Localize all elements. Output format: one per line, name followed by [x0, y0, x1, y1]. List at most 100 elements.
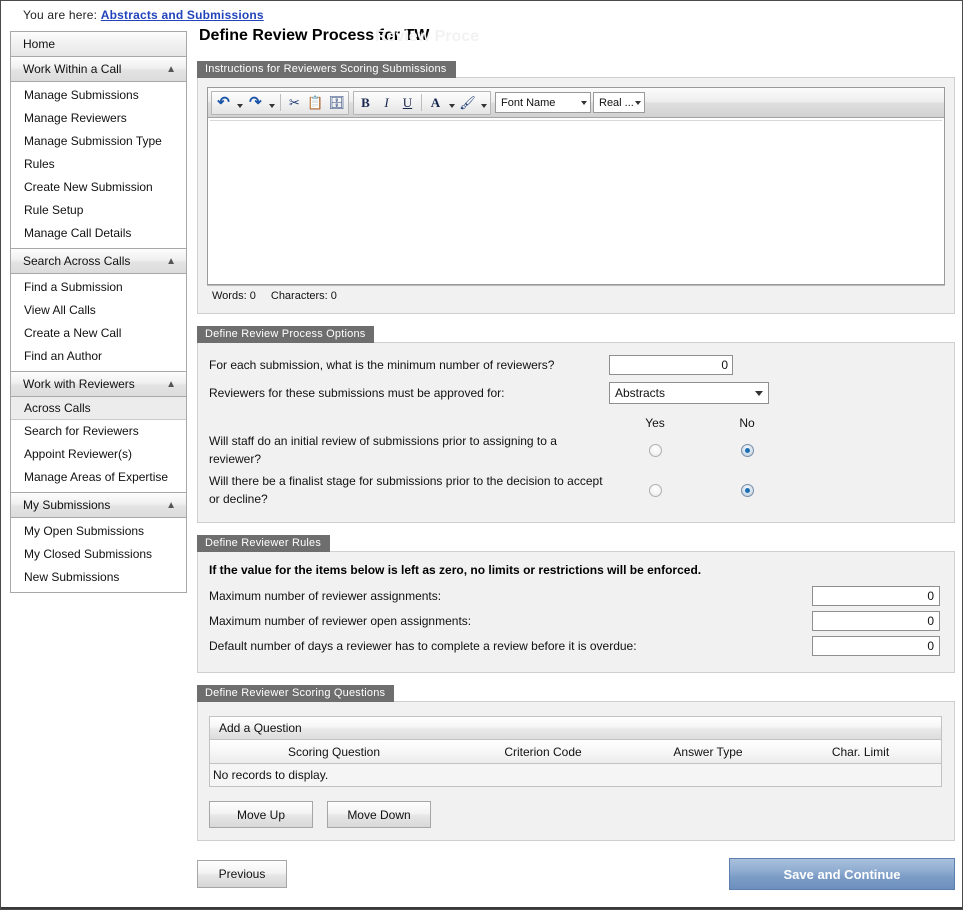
- italic-button[interactable]: I: [376, 92, 397, 113]
- paste-icon[interactable]: 🗄: [326, 92, 347, 113]
- sidebar-item-across-calls[interactable]: Across Calls: [11, 397, 186, 420]
- approved-for-select[interactable]: Abstracts: [609, 382, 769, 404]
- cut-icon[interactable]: ✂: [284, 92, 305, 113]
- font-name-select[interactable]: Font Name: [495, 92, 591, 113]
- sidebar-item-search-for-reviewers[interactable]: Search for Reviewers: [11, 420, 186, 443]
- chevron-down-icon: [581, 101, 587, 105]
- sidebar-group-label: Search Across Calls: [23, 254, 130, 268]
- sidebar-item-manage-reviewers[interactable]: Manage Reviewers: [11, 107, 186, 130]
- save-and-continue-button[interactable]: Save and Continue: [729, 858, 955, 890]
- scoring-panel-body: Add a Question Scoring Question Criterio…: [197, 701, 955, 841]
- undo-dropdown-chevron-down-icon[interactable]: [234, 92, 245, 113]
- highlighter-icon[interactable]: 🖌: [457, 92, 478, 113]
- sidebar-item-label: Manage Submission Type: [24, 134, 162, 148]
- page-bottom-rule: [1, 907, 962, 909]
- sidebar-item-find-a-submission[interactable]: Find a Submission: [11, 276, 186, 299]
- yes-no-header: Yes No: [209, 416, 940, 430]
- initial-review-radio-no[interactable]: [741, 444, 754, 457]
- sidebar-item-label: New Submissions: [24, 570, 119, 584]
- sidebar-item-my-closed-submissions[interactable]: My Closed Submissions: [11, 543, 186, 566]
- max-assignments-input[interactable]: [812, 586, 940, 606]
- finalist-stage-radio-no[interactable]: [741, 484, 754, 497]
- column-header-answer-type[interactable]: Answer Type: [628, 745, 788, 759]
- sidebar-item-rules[interactable]: Rules: [11, 153, 186, 176]
- sidebar-item-manage-areas-of-expertise[interactable]: Manage Areas of Expertise: [11, 466, 186, 489]
- sidebar-item-create-new-submission[interactable]: Create New Submission: [11, 176, 186, 199]
- sidebar-item-manage-submission-type[interactable]: Manage Submission Type: [11, 130, 186, 153]
- column-header-criterion-code[interactable]: Criterion Code: [458, 745, 628, 759]
- highlight-chevron-down-icon[interactable]: [478, 92, 489, 113]
- editor-toolbar: ↶ ↶ ✂ 📋 🗄 B I: [208, 88, 944, 118]
- underline-button[interactable]: U: [397, 92, 418, 113]
- sidebar-item-label: Find an Author: [24, 349, 102, 363]
- chevron-up-icon: ▲: [166, 372, 176, 397]
- instructions-panel-body: ↶ ↶ ✂ 📋 🗄 B I: [197, 77, 955, 314]
- sidebar-item-rule-setup[interactable]: Rule Setup: [11, 199, 186, 222]
- sidebar-item-label: Manage Call Details: [24, 226, 131, 240]
- sidebar-item-label: Appoint Reviewer(s): [24, 447, 132, 461]
- sidebar-item-find-an-author[interactable]: Find an Author: [11, 345, 186, 368]
- sidebar-group-search-across-calls[interactable]: Search Across Calls ▲: [11, 249, 186, 274]
- sidebar-item-manage-submissions[interactable]: Manage Submissions: [11, 84, 186, 107]
- instructions-panel-legend: Instructions for Reviewers Scoring Submi…: [197, 61, 456, 78]
- sidebar-group-my-submissions[interactable]: My Submissions ▲: [11, 493, 186, 518]
- font-size-value: Real ...: [599, 97, 634, 109]
- scoring-questions-grid: Add a Question Scoring Question Criterio…: [209, 716, 942, 787]
- editor-content-area[interactable]: [210, 120, 942, 282]
- reviewer-rules-panel: Define Reviewer Rules If the value for t…: [197, 535, 955, 673]
- breadcrumb-link-abstracts-and-submissions[interactable]: Abstracts and Submissions: [101, 8, 264, 22]
- previous-button[interactable]: Previous: [197, 860, 287, 888]
- sidebar-item-create-a-new-call[interactable]: Create a New Call: [11, 322, 186, 345]
- font-color-icon[interactable]: A: [425, 92, 446, 113]
- undo-icon[interactable]: ↶: [213, 92, 234, 113]
- sidebar-item-appoint-reviewers[interactable]: Appoint Reviewer(s): [11, 443, 186, 466]
- sidebar-item-manage-call-details[interactable]: Manage Call Details: [11, 222, 186, 245]
- sidebar-sublist-work-with-reviewers: Search for Reviewers Appoint Reviewer(s)…: [11, 420, 186, 493]
- redo-dropdown-chevron-down-icon[interactable]: [266, 92, 277, 113]
- editor-status-bar: Words: 0 Characters: 0: [207, 285, 945, 306]
- chevron-down-icon: [635, 101, 641, 105]
- chevron-up-icon: ▲: [166, 493, 176, 518]
- instructions-panel: Instructions for Reviewers Scoring Submi…: [197, 61, 955, 314]
- max-open-assignments-input[interactable]: [812, 611, 940, 631]
- font-color-chevron-down-icon[interactable]: [446, 92, 457, 113]
- sidebar-item-label: Search for Reviewers: [24, 424, 139, 438]
- bold-button[interactable]: B: [355, 92, 376, 113]
- page-title: Review Proce Define Review Process for T…: [199, 27, 955, 49]
- grid-header-row: Scoring Question Criterion Code Answer T…: [210, 740, 941, 764]
- initial-review-radio-yes[interactable]: [649, 444, 662, 457]
- sidebar-group-work-within-a-call[interactable]: Work Within a Call ▲: [11, 57, 186, 82]
- column-header-scoring-question[interactable]: Scoring Question: [210, 745, 458, 759]
- scoring-panel-legend: Define Reviewer Scoring Questions: [197, 685, 394, 702]
- move-down-button[interactable]: Move Down: [327, 801, 431, 828]
- word-count: Words: 0: [212, 290, 256, 302]
- finalist-stage-question-label: Will there be a finalist stage for submi…: [209, 472, 609, 508]
- sidebar-item-label: Home: [23, 37, 55, 51]
- rule-row: Default number of days a reviewer has to…: [209, 636, 940, 656]
- finalist-stage-radio-yes[interactable]: [649, 484, 662, 497]
- sidebar-group-work-with-reviewers[interactable]: Work with Reviewers ▲: [11, 372, 186, 397]
- main-content: Review Proce Define Review Process for T…: [197, 27, 955, 853]
- sidebar-item-home[interactable]: Home: [11, 32, 186, 57]
- sidebar-item-new-submissions[interactable]: New Submissions: [11, 566, 186, 589]
- sidebar-item-label: Rules: [24, 157, 55, 171]
- sidebar-group-label: Work Within a Call: [23, 62, 121, 76]
- rules-panel-body: If the value for the items below is left…: [197, 551, 955, 673]
- font-size-select[interactable]: Real ...: [593, 92, 645, 113]
- default-days-input[interactable]: [812, 636, 940, 656]
- min-reviewers-input[interactable]: [609, 355, 733, 375]
- add-a-question-button[interactable]: Add a Question: [210, 717, 941, 740]
- character-count: Characters: 0: [271, 290, 337, 302]
- column-header-char-limit[interactable]: Char. Limit: [788, 745, 933, 759]
- application-page: You are here: Abstracts and Submissions …: [0, 0, 963, 910]
- sidebar-item-my-open-submissions[interactable]: My Open Submissions: [11, 520, 186, 543]
- move-buttons: Move Up Move Down: [209, 801, 942, 828]
- copy-icon[interactable]: 📋: [305, 92, 326, 113]
- options-panel-body: For each submission, what is the minimum…: [197, 342, 955, 523]
- toolbar-group-history: ↶ ↶ ✂ 📋 🗄: [211, 91, 349, 115]
- sidebar-sublist-work-within-a-call: Manage Submissions Manage Reviewers Mana…: [11, 82, 186, 249]
- redo-icon[interactable]: ↶: [245, 92, 266, 113]
- options-panel-legend: Define Review Process Options: [197, 326, 374, 343]
- move-up-button[interactable]: Move Up: [209, 801, 313, 828]
- sidebar-item-view-all-calls[interactable]: View All Calls: [11, 299, 186, 322]
